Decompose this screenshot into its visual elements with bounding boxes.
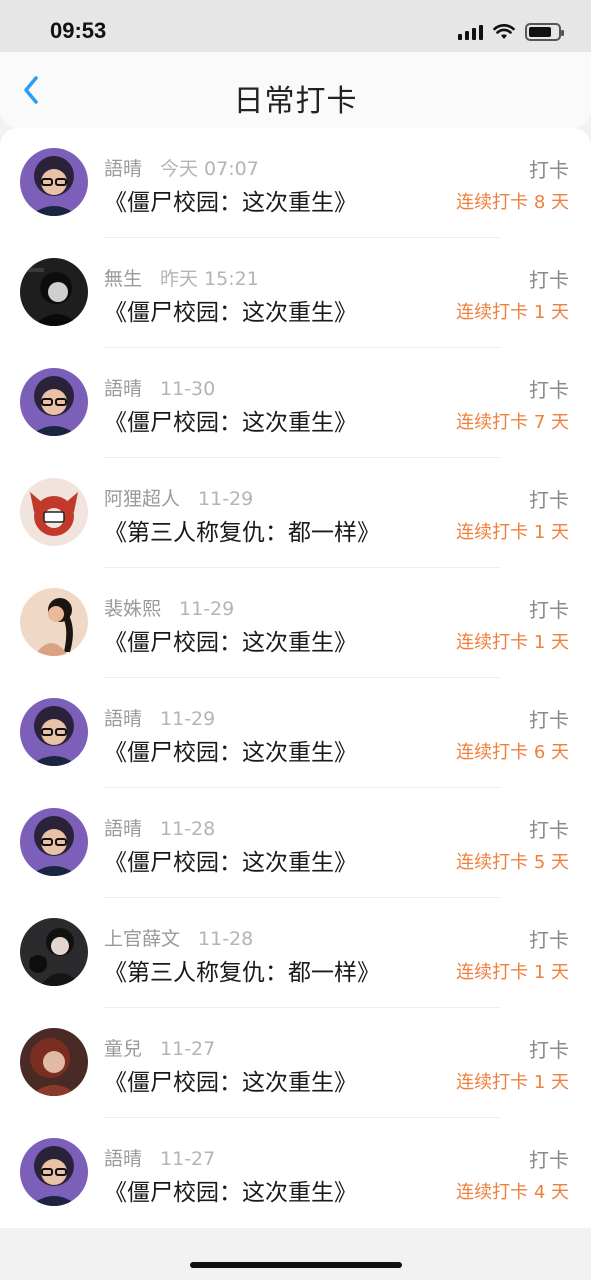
checkin-label: 打卡 bbox=[529, 818, 569, 842]
user-name[interactable]: 裴姝熙 bbox=[104, 598, 161, 620]
woman-glasses-avatar[interactable] bbox=[20, 368, 88, 436]
user-name[interactable]: 上官薛文 bbox=[104, 928, 180, 950]
user-name[interactable]: 語晴 bbox=[104, 378, 142, 400]
list-item[interactable]: 童兒 11-27 《僵尸校园：这次重生》 打卡 连续打卡 1 天 bbox=[0, 1008, 591, 1118]
item-date: 11-29 bbox=[179, 598, 235, 620]
item-meta: 語晴 11-29 bbox=[104, 704, 215, 731]
streak-label: 连续打卡 1 天 bbox=[456, 522, 569, 543]
checkin-label: 打卡 bbox=[529, 378, 569, 402]
book-title[interactable]: 《第三人称复仇：都一样》 bbox=[104, 513, 380, 547]
woman-glasses-avatar[interactable] bbox=[20, 148, 88, 216]
item-date: 11-30 bbox=[160, 378, 216, 400]
user-name[interactable]: 童兒 bbox=[104, 1038, 142, 1060]
item-date: 今天 07:07 bbox=[160, 158, 259, 180]
book-title[interactable]: 《僵尸校园：这次重生》 bbox=[104, 183, 357, 217]
book-title[interactable]: 《第三人称复仇：都一样》 bbox=[104, 953, 380, 987]
streak-label: 连续打卡 5 天 bbox=[456, 852, 569, 873]
book-title[interactable]: 《僵尸校园：这次重生》 bbox=[104, 1063, 357, 1097]
woman-ponytail-avatar[interactable] bbox=[20, 588, 88, 656]
checkin-label: 打卡 bbox=[529, 488, 569, 512]
cellular-signal-icon bbox=[458, 24, 483, 40]
checkin-label: 打卡 bbox=[529, 598, 569, 622]
streak-label: 连续打卡 7 天 bbox=[456, 412, 569, 433]
red-fox-avatar[interactable] bbox=[20, 478, 88, 546]
nav-bar: 日常打卡 bbox=[0, 52, 591, 128]
man-with-cat-avatar[interactable] bbox=[20, 918, 88, 986]
wifi-icon bbox=[493, 24, 515, 39]
item-meta: 語晴 11-27 bbox=[104, 1144, 215, 1171]
item-meta: 無生 昨天 15:21 bbox=[104, 264, 259, 291]
streak-label: 连续打卡 6 天 bbox=[456, 742, 569, 763]
status-bar: 09:53 bbox=[0, 0, 591, 52]
woman-red-hair-avatar[interactable] bbox=[20, 1028, 88, 1096]
user-name[interactable]: 阿狸超人 bbox=[104, 488, 180, 510]
checkin-label: 打卡 bbox=[529, 928, 569, 952]
item-meta: 童兒 11-27 bbox=[104, 1034, 215, 1061]
checkin-label: 打卡 bbox=[529, 158, 569, 182]
woman-glasses-avatar[interactable] bbox=[20, 1138, 88, 1206]
user-name[interactable]: 語晴 bbox=[104, 1148, 142, 1170]
item-date: 11-28 bbox=[198, 928, 254, 950]
list-item[interactable]: 語晴 11-29 《僵尸校园：这次重生》 打卡 连续打卡 6 天 bbox=[0, 678, 591, 788]
book-title[interactable]: 《僵尸校园：这次重生》 bbox=[104, 1173, 357, 1207]
woman-glasses-avatar[interactable] bbox=[20, 698, 88, 766]
item-date: 11-29 bbox=[160, 708, 216, 730]
checkin-list: 語晴 今天 07:07 《僵尸校园：这次重生》 打卡 连续打卡 8 天 無生 昨天 … bbox=[0, 128, 591, 1228]
item-meta: 語晴 今天 07:07 bbox=[104, 154, 259, 181]
woman-glasses-avatar[interactable] bbox=[20, 808, 88, 876]
item-meta: 裴姝熙 11-29 bbox=[104, 594, 234, 621]
streak-label: 连续打卡 1 天 bbox=[456, 1072, 569, 1093]
item-date: 11-27 bbox=[160, 1148, 216, 1170]
home-indicator[interactable] bbox=[190, 1262, 402, 1268]
list-item[interactable]: 語晴 今天 07:07 《僵尸校园：这次重生》 打卡 连续打卡 8 天 bbox=[0, 128, 591, 238]
item-date: 11-28 bbox=[160, 818, 216, 840]
item-meta: 阿狸超人 11-29 bbox=[104, 484, 253, 511]
streak-label: 连续打卡 8 天 bbox=[456, 192, 569, 213]
battery-icon bbox=[525, 23, 564, 41]
list-item[interactable]: 語晴 11-27 《僵尸校园：这次重生》 打卡 连续打卡 4 天 bbox=[0, 1118, 591, 1228]
user-name[interactable]: 語晴 bbox=[104, 158, 142, 180]
item-date: 昨天 15:21 bbox=[160, 268, 259, 290]
page-title: 日常打卡 bbox=[233, 84, 358, 119]
book-title[interactable]: 《僵尸校园：这次重生》 bbox=[104, 623, 357, 657]
user-name[interactable]: 無生 bbox=[104, 268, 142, 290]
item-date: 11-29 bbox=[198, 488, 254, 510]
status-time: 09:53 bbox=[50, 18, 107, 43]
item-meta: 語晴 11-30 bbox=[104, 374, 215, 401]
checkin-label: 打卡 bbox=[529, 708, 569, 732]
checkin-label: 打卡 bbox=[529, 1038, 569, 1062]
user-name[interactable]: 語晴 bbox=[104, 708, 142, 730]
list-item[interactable]: 上官薛文 11-28 《第三人称复仇：都一样》 打卡 连续打卡 1 天 bbox=[0, 898, 591, 1008]
dark-hair-avatar[interactable] bbox=[20, 258, 88, 326]
item-date: 11-27 bbox=[160, 1038, 216, 1060]
list-item[interactable]: 語晴 11-30 《僵尸校园：这次重生》 打卡 连续打卡 7 天 bbox=[0, 348, 591, 458]
book-title[interactable]: 《僵尸校园：这次重生》 bbox=[104, 403, 357, 437]
streak-label: 连续打卡 1 天 bbox=[456, 302, 569, 323]
checkin-label: 打卡 bbox=[529, 1148, 569, 1172]
user-name[interactable]: 語晴 bbox=[104, 818, 142, 840]
streak-label: 连续打卡 4 天 bbox=[456, 1182, 569, 1203]
book-title[interactable]: 《僵尸校园：这次重生》 bbox=[104, 293, 357, 327]
streak-label: 连续打卡 1 天 bbox=[456, 632, 569, 653]
checkin-label: 打卡 bbox=[529, 268, 569, 292]
list-item[interactable]: 裴姝熙 11-29 《僵尸校园：这次重生》 打卡 连续打卡 1 天 bbox=[0, 568, 591, 678]
book-title[interactable]: 《僵尸校园：这次重生》 bbox=[104, 733, 357, 767]
item-meta: 語晴 11-28 bbox=[104, 814, 215, 841]
status-icons bbox=[458, 22, 564, 42]
list-item[interactable]: 語晴 11-28 《僵尸校园：这次重生》 打卡 连续打卡 5 天 bbox=[0, 788, 591, 898]
streak-label: 连续打卡 1 天 bbox=[456, 962, 569, 983]
item-meta: 上官薛文 11-28 bbox=[104, 924, 253, 951]
list-item[interactable]: 阿狸超人 11-29 《第三人称复仇：都一样》 打卡 连续打卡 1 天 bbox=[0, 458, 591, 568]
list-item[interactable]: 無生 昨天 15:21 《僵尸校园：这次重生》 打卡 连续打卡 1 天 bbox=[0, 238, 591, 348]
book-title[interactable]: 《僵尸校园：这次重生》 bbox=[104, 843, 357, 877]
